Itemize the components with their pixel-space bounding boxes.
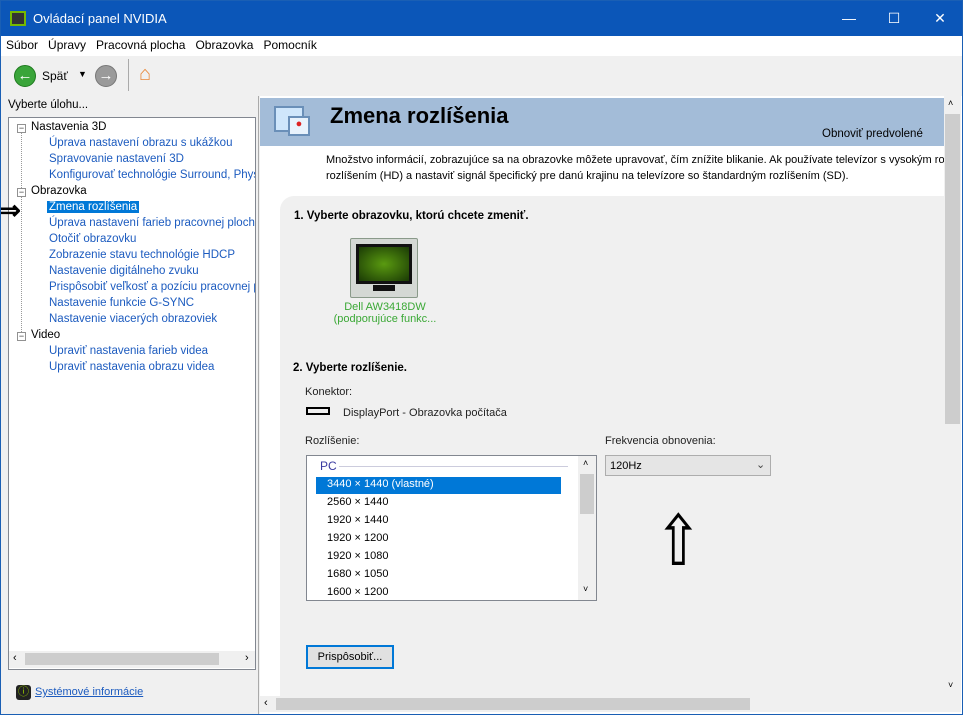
window-title: Ovládací panel NVIDIA xyxy=(33,11,167,26)
monitor-name-line-2: (podporujúce funkc... xyxy=(333,313,437,325)
restore-defaults-link[interactable]: Obnoviť predvolené xyxy=(822,128,923,140)
tree-item[interactable]: Prispôsobiť veľkosť a pozíciu pracovnej … xyxy=(49,281,255,293)
back-dropdown-icon[interactable]: ▼ xyxy=(78,69,87,79)
title-bar: Ovládací panel NVIDIA — ☐ ✕ xyxy=(1,1,962,36)
refresh-rate-dropdown[interactable]: 120Hz ⌄ xyxy=(605,455,771,476)
tree-item-selected[interactable]: Zmena rozlíšenia xyxy=(47,201,140,213)
resolution-option[interactable]: 1920 × 1440 xyxy=(327,514,388,526)
collapse-icon[interactable]: − xyxy=(17,124,26,133)
tree-item[interactable]: Nastavenie digitálneho zvuku xyxy=(49,265,199,277)
resolution-option[interactable]: 2560 × 1440 xyxy=(327,496,388,508)
close-button[interactable]: ✕ xyxy=(917,1,962,36)
resolution-option-selected[interactable]: 3440 × 1440 (vlastné) xyxy=(327,478,434,490)
menu-display[interactable]: Obrazovka xyxy=(190,36,258,52)
resolution-option[interactable]: 1920 × 1200 xyxy=(327,532,388,544)
home-icon[interactable]: ⌂ xyxy=(139,63,151,86)
app-icon xyxy=(10,11,26,26)
minimize-button[interactable]: — xyxy=(826,1,872,36)
refresh-rate-label: Frekvencia obnovenia: xyxy=(605,435,716,447)
tree-item[interactable]: Upraviť nastavenia obrazu videa xyxy=(49,361,214,373)
menu-file[interactable]: Súbor xyxy=(1,36,43,52)
content-vertical-scrollbar[interactable]: ˄ ˅ xyxy=(944,96,961,696)
resolution-listbox[interactable]: PC 3440 × 1440 (vlastné) 2560 × 1440 192… xyxy=(306,455,597,601)
content-pane: ● Zmena rozlíšenia Obnoviť predvolené Mn… xyxy=(260,96,962,714)
nvidia-control-panel-window: Ovládací panel NVIDIA — ☐ ✕ Súbor Úpravy P… xyxy=(0,0,963,715)
page-header: ● Zmena rozlíšenia Obnoviť predvolené xyxy=(260,98,944,146)
system-info-link[interactable]: Systémové informácie xyxy=(35,686,143,698)
tree-item[interactable]: Spravovanie nastavení 3D xyxy=(49,153,184,165)
customize-button[interactable]: Prispôsobiť... xyxy=(306,645,394,669)
monitor-tile[interactable] xyxy=(350,238,418,298)
task-sidebar: Vyberte úlohu... − Nastavenia 3D Úprava … xyxy=(0,96,259,714)
tree-item[interactable]: Upraviť nastavenia farieb videa xyxy=(49,345,208,357)
resolution-option[interactable]: 1600 × 1200 xyxy=(327,586,388,598)
menu-bar: Súbor Úpravy Pracovná plocha Obrazovka Pomoc… xyxy=(1,36,962,56)
back-button[interactable]: Späť xyxy=(42,69,68,83)
tree-item[interactable]: Nastavenie viacerých obrazoviek xyxy=(49,313,217,325)
toolbar: ← Späť ▼ → ⌂ xyxy=(1,56,962,96)
annotation-arrow-up-icon: ⇧ xyxy=(654,502,702,580)
tree-horizontal-scrollbar[interactable]: ‹ › xyxy=(9,651,255,668)
content-horizontal-scrollbar[interactable]: ‹ xyxy=(260,696,961,712)
annotation-arrow-right-icon: ⇒ xyxy=(0,195,21,225)
tree-group-video[interactable]: Video xyxy=(31,329,60,341)
menu-help[interactable]: Pomocník xyxy=(258,36,321,52)
maximize-button[interactable]: ☐ xyxy=(871,1,917,36)
resolution-label: Rozlíšenie: xyxy=(305,435,360,447)
refresh-rate-value: 120Hz xyxy=(610,460,642,472)
forward-arrow-icon[interactable]: → xyxy=(95,65,117,87)
resolution-option[interactable]: 1680 × 1050 xyxy=(327,568,388,580)
listbox-scrollbar[interactable]: ˄ ˅ xyxy=(578,456,596,600)
tree-item[interactable]: Úprava nastavení obrazu s ukážkou xyxy=(49,137,232,149)
tree-item[interactable]: Úprava nastavení farieb pracovnej plochy xyxy=(49,217,255,229)
collapse-icon[interactable]: − xyxy=(17,332,26,341)
tree-group-3d[interactable]: Nastavenia 3D xyxy=(31,121,106,133)
sidebar-heading: Vyberte úlohu... xyxy=(8,99,89,111)
tree-item[interactable]: Zobrazenie stavu technológie HDCP xyxy=(49,249,235,261)
task-tree: − Nastavenia 3D Úprava nastavení obrazu … xyxy=(8,117,256,670)
menu-edit[interactable]: Úpravy xyxy=(43,36,91,52)
monitor-name[interactable]: Dell AW3418DW (podporujúce funkc... xyxy=(330,301,440,325)
description-line-1: Množstvo informácií, zobrazujúce sa na o… xyxy=(326,154,962,166)
step-1-heading: 1. Vyberte obrazovku, ktorú chcete zmeni… xyxy=(294,210,529,222)
tree-group-display[interactable]: Obrazovka xyxy=(31,185,87,197)
nvidia-monitor-icon xyxy=(356,244,412,284)
monitor-name-line-1: Dell AW3418DW xyxy=(344,301,426,313)
resolution-group-pc: PC xyxy=(320,459,337,473)
resolution-option[interactable]: 1920 × 1080 xyxy=(327,550,388,562)
toolbar-divider xyxy=(128,59,129,91)
step-2-heading: 2. Vyberte rozlíšenie. xyxy=(293,362,407,374)
tree-item[interactable]: Konfigurovať technológie Surround, PhysX xyxy=(49,169,255,181)
description-line-2: rozlíšením (HD) a nastaviť signál špecif… xyxy=(326,170,849,182)
connector-value: DisplayPort - Obrazovka počítača xyxy=(343,407,507,419)
page-title: Zmena rozlíšenia xyxy=(330,103,509,128)
menu-desktop[interactable]: Pracovná plocha xyxy=(91,36,190,52)
tree-item[interactable]: Otočiť obrazovku xyxy=(49,233,136,245)
info-icon: ⓘ xyxy=(16,685,31,700)
tree-item[interactable]: Nastavenie funkcie G-SYNC xyxy=(49,297,194,309)
displayport-icon xyxy=(306,407,330,415)
chevron-down-icon: ⌄ xyxy=(756,459,766,471)
connector-label: Konektor: xyxy=(305,386,353,398)
back-arrow-icon[interactable]: ← xyxy=(14,65,36,87)
